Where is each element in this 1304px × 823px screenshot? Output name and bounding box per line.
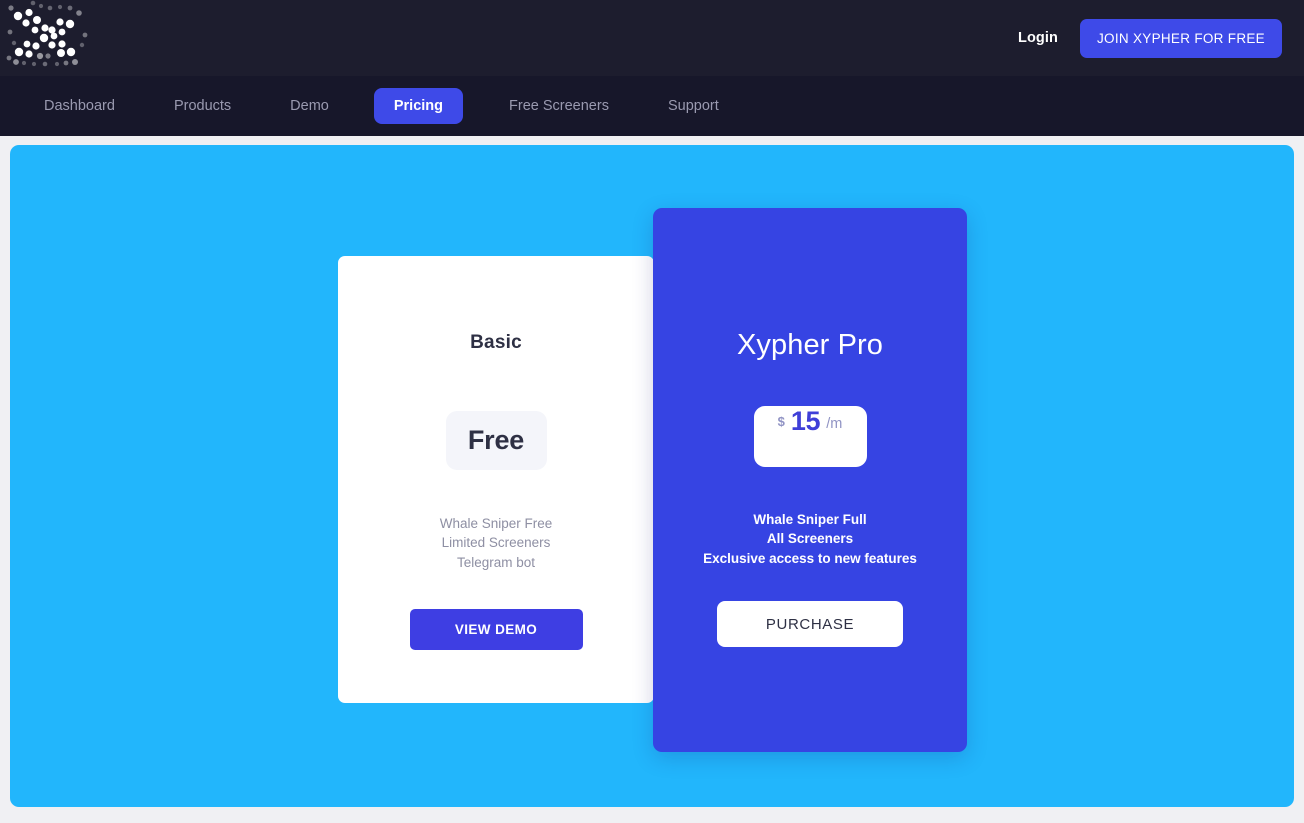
pricing-card-pro[interactable]: Xypher Pro $ 15 /m Whale Sniper Full All… [653, 208, 967, 752]
list-item: All Screeners [766, 531, 854, 547]
purchase-button[interactable]: PURCHASE [717, 601, 903, 648]
pricing-cards-container: Basic Free Whale Sniper Free Limited Scr… [10, 145, 1294, 807]
pro-price-currency: $ [777, 414, 785, 429]
list-item: Limited Screeners [441, 535, 551, 551]
list-item: Exclusive access to new features [703, 550, 917, 566]
pro-features-list: Whale Sniper Full All Screeners Exclusiv… [703, 510, 917, 568]
nav-item-support[interactable]: Support [654, 89, 733, 123]
dotted-x-logo-icon [6, 0, 88, 67]
basic-features-list: Whale Sniper Free Limited Screeners Tele… [440, 514, 553, 572]
view-demo-button[interactable]: VIEW DEMO [409, 609, 583, 651]
list-item: Whale Sniper Free [439, 516, 553, 531]
nav-item-dashboard[interactable]: Dashboard [30, 89, 129, 123]
basic-price-text: Free [467, 425, 525, 455]
basic-plan-title: Basic [470, 332, 522, 353]
nav-item-free-screeners[interactable]: Free Screeners [495, 89, 623, 123]
pricing-card-basic[interactable]: Basic Free Whale Sniper Free Limited Scr… [338, 256, 654, 703]
pro-price-amount: 15 [790, 406, 821, 436]
list-item: Telegram bot [456, 554, 536, 570]
list-item: Whale Sniper Full [753, 512, 867, 527]
join-xypher-button[interactable]: JOIN XYPHER FOR FREE [1079, 18, 1282, 58]
header-actions: Login JOIN XYPHER FOR FREE [1018, 18, 1288, 58]
basic-price-badge: Free [445, 411, 547, 470]
pricing-panel: Basic Free Whale Sniper Free Limited Scr… [10, 145, 1294, 807]
main-navigation: Dashboard Products Demo Pricing Free Scr… [0, 76, 1304, 136]
login-link[interactable]: Login [1018, 30, 1058, 46]
nav-item-products[interactable]: Products [160, 89, 245, 123]
top-header-bar: Login JOIN XYPHER FOR FREE [0, 0, 1304, 76]
nav-item-demo[interactable]: Demo [276, 89, 343, 123]
nav-item-pricing[interactable]: Pricing [373, 88, 464, 124]
pro-plan-title: Xypher Pro [736, 329, 884, 361]
xypher-logo[interactable] [0, 0, 96, 76]
pro-price-badge: $ 15 /m [753, 406, 867, 467]
pro-price-period: /m [826, 416, 843, 432]
